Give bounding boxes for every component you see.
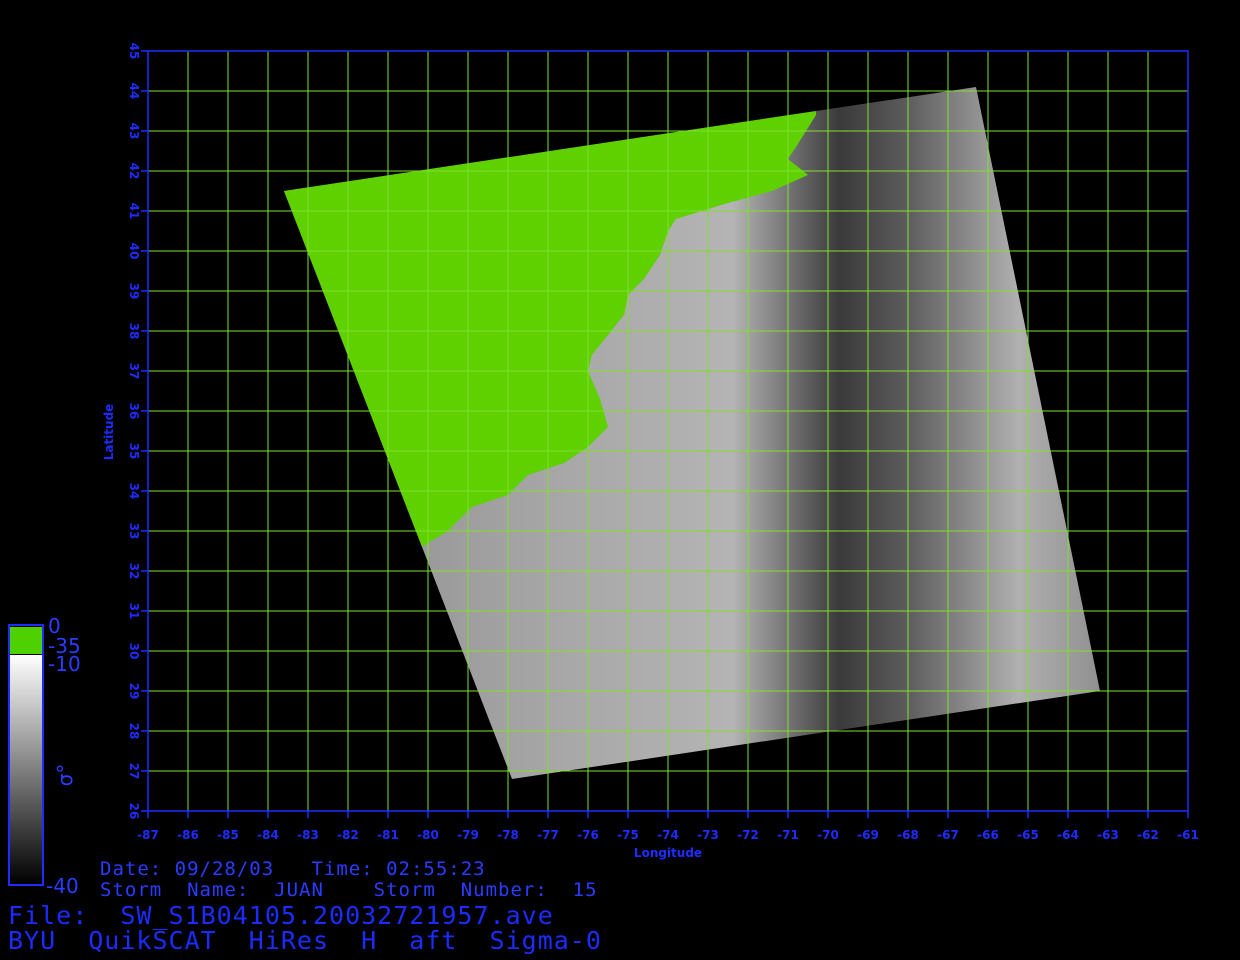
latitude-tick-label: 31 [127, 603, 141, 620]
longitude-tick-label: -82 [337, 828, 359, 842]
storm-info-line: Storm Name: JUAN Storm Number: 15 [100, 879, 598, 901]
longitude-tick-label: -69 [857, 828, 879, 842]
product-title-line: BYU QuikSCAT HiRes H aft Sigma-0 [8, 926, 602, 955]
latitude-tick-label: 28 [127, 723, 141, 740]
longitude-tick-label: -85 [217, 828, 239, 842]
longitude-tick-label: -68 [897, 828, 919, 842]
date-time-line: Date: 09/28/03 Time: 02:55:23 [100, 858, 486, 880]
longitude-tick-label: -67 [937, 828, 959, 842]
latitude-tick-label: 44 [127, 83, 141, 100]
longitude-tick-label: -84 [257, 828, 279, 842]
x-axis-label: Longitude [634, 846, 702, 860]
longitude-tick-label: -71 [777, 828, 799, 842]
latitude-tick-label: 33 [127, 523, 141, 540]
longitude-tick-label: -70 [817, 828, 839, 842]
colorbar-scale-bottom-label: -40 [46, 874, 79, 898]
latitude-tick-label: 30 [127, 643, 141, 660]
longitude-tick-label: -80 [417, 828, 439, 842]
latitude-tick-label: 32 [127, 563, 141, 580]
longitude-tick-label: -77 [537, 828, 559, 842]
longitude-tick-label: -79 [457, 828, 479, 842]
longitude-tick-label: -86 [177, 828, 199, 842]
latitude-tick-label: 37 [127, 363, 141, 380]
longitude-tick-label: -65 [1017, 828, 1039, 842]
latitude-ticks: 26 27 28 29 30 31 32 33 34 35 36 37 38 39 40 41 42 43 44 45 [127, 43, 148, 820]
longitude-tick-label: -64 [1057, 828, 1079, 842]
longitude-tick-label: -74 [657, 828, 679, 842]
longitude-tick-label: -72 [737, 828, 759, 842]
latitude-tick-label: 26 [127, 803, 141, 820]
colorbar-scale-top-label: -10 [48, 652, 81, 676]
latitude-tick-label: 29 [127, 683, 141, 700]
latitude-tick-label: 38 [127, 323, 141, 340]
sigma0-map: -87 -86 -85 -84 -83 -82 -81 -80 -79 -78 -77 -76 -75 -… [8, 43, 1199, 898]
colorbar-symbol: σ° [53, 764, 77, 787]
longitude-tick-label: -78 [497, 828, 519, 842]
latitude-tick-label: 35 [127, 443, 141, 460]
longitude-tick-label: -62 [1137, 828, 1159, 842]
colorbar-gray-scale [10, 655, 42, 884]
longitude-tick-label: -66 [977, 828, 999, 842]
latitude-tick-label: 27 [127, 763, 141, 780]
longitude-tick-label: -87 [137, 828, 159, 842]
colorbar: 0 -35 -10 -40 σ° [8, 614, 81, 898]
longitude-tick-label: -81 [377, 828, 399, 842]
longitude-tick-label: -73 [697, 828, 719, 842]
longitude-tick-label: -63 [1097, 828, 1119, 842]
longitude-tick-label: -83 [297, 828, 319, 842]
latitude-tick-label: 42 [127, 163, 141, 180]
longitude-ticks: -87 -86 -85 -84 -83 -82 -81 -80 -79 -78 -77 -76 -75 -… [137, 811, 1199, 842]
colorbar-land-segment [10, 627, 42, 654]
latitude-tick-label: 45 [127, 43, 141, 60]
latitude-tick-label: 36 [127, 403, 141, 420]
latitude-tick-label: 41 [127, 203, 141, 220]
latitude-tick-label: 39 [127, 283, 141, 300]
longitude-tick-label: -61 [1177, 828, 1199, 842]
latitude-tick-label: 40 [127, 243, 141, 260]
latitude-tick-label: 43 [127, 123, 141, 140]
latitude-tick-label: 34 [127, 483, 141, 500]
longitude-tick-label: -76 [577, 828, 599, 842]
y-axis-label: Latitude [102, 404, 116, 461]
longitude-tick-label: -75 [617, 828, 639, 842]
